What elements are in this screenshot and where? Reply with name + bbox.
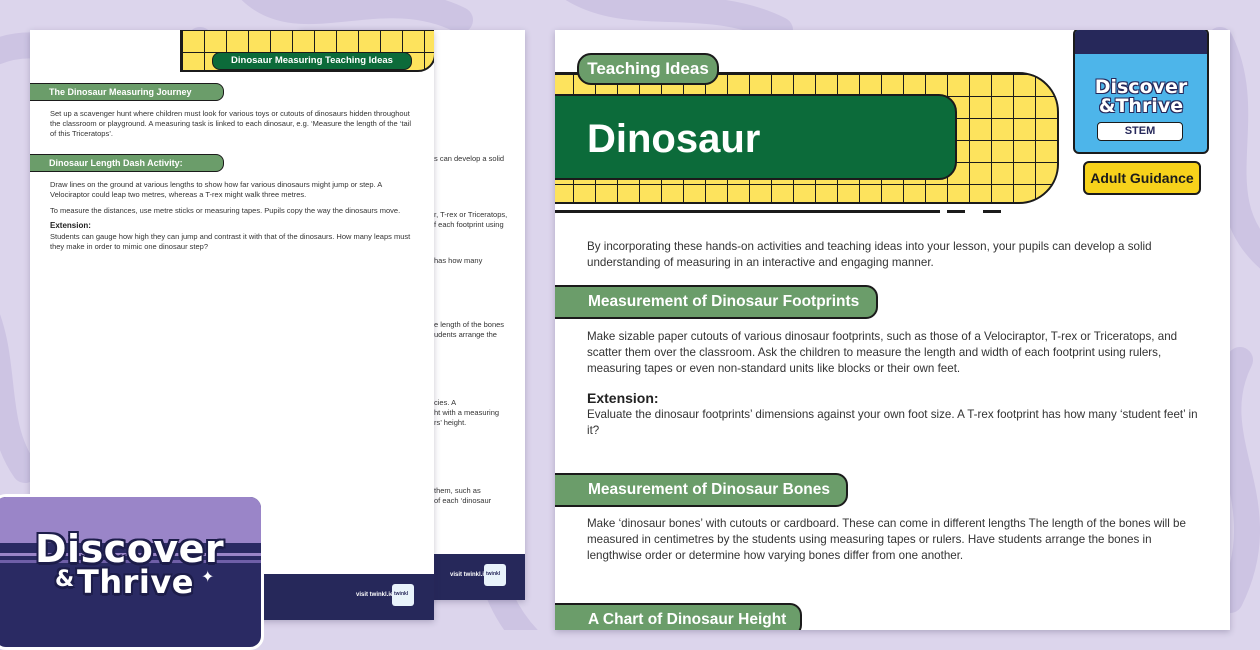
back-extension-label: Extension: (50, 221, 91, 230)
back-section-heading: Dinosaur Length Dash Activity: (30, 154, 224, 172)
back-section-body-line: Set up a scavenger hunt where children m… (50, 109, 410, 118)
footer-link[interactable]: visit twinkl.ie (450, 572, 487, 578)
twinkl-logo: twinkl (392, 584, 414, 606)
twinkl-logo-text: twinkl (486, 571, 501, 577)
footprints-extension-label: Extension: (587, 390, 659, 406)
badge-logo-thrive: Thrive (1115, 95, 1184, 117)
front-category-pill: Teaching Ideas (577, 53, 719, 85)
back2-fragment: rs’ height. (434, 418, 467, 427)
header-dash (947, 210, 965, 213)
back2-fragment: cies. A (434, 398, 457, 407)
back2-fragment: r, T-rex or Triceratops, (434, 210, 508, 219)
badge-stem: STEM (1097, 122, 1183, 141)
footprints-body: Make sizable paper cutouts of various di… (587, 330, 1178, 375)
twinkl-logo-text: twinkl (394, 591, 409, 597)
back2-fragment: of each ‘dinosaur (434, 496, 492, 505)
header-underline (555, 210, 940, 213)
section-heading-height-chart: A Chart of Dinosaur Height (555, 603, 802, 630)
header-dash (983, 210, 1001, 213)
section-heading-bones: Measurement of Dinosaur Bones (555, 473, 848, 507)
footer-link[interactable]: visit twinkl.ie (356, 592, 393, 598)
sparkle-icon: ✦ (201, 569, 215, 586)
back-extension-line: they make in order to mimic one dinosaur… (50, 242, 208, 251)
back2-fragment: s can develop a solid (434, 154, 505, 163)
back2-fragment: has how many (434, 256, 483, 265)
twinkl-logo: twinkl (484, 564, 506, 586)
badge-logo-amp: & (1098, 95, 1116, 117)
intro-paragraph: By incorporating these hands-on activiti… (587, 240, 1152, 269)
brand-card: Discover & Thrive ✦ (0, 494, 264, 650)
back-section-heading: The Dinosaur Measuring Journey (30, 83, 224, 101)
front-adult-guidance: Adult Guidance (1083, 161, 1201, 195)
back-section-body-line: To measure the distances, use metre stic… (50, 206, 401, 215)
badge-logo: Discover &Thrive (1075, 78, 1207, 116)
section-heading-footprints: Measurement of Dinosaur Footprints (555, 285, 878, 319)
back-section-body-line: of this Triceratops’. (50, 129, 113, 138)
back2-fragment: f each footprint using (434, 220, 504, 229)
bones-body: Make ‘dinosaur bones’ with cutouts or ca… (587, 517, 1186, 562)
back2-fragment: udents arrange the (434, 330, 497, 339)
back-section-body-line: the classroom or playground. A measuring… (50, 119, 412, 128)
front-badge: Discover &Thrive STEM (1073, 30, 1209, 154)
back-section-body-line: Velociraptor could leap two metres, wher… (50, 190, 307, 199)
front-page: Teaching Ideas Dinosaur Measuring Discov… (555, 30, 1230, 630)
back2-fragment: e length of the bones (434, 320, 505, 329)
back2-fragment: them, such as (434, 486, 481, 495)
back-header-title: Dinosaur Measuring Teaching Ideas (212, 52, 412, 70)
brand-logo-thrive: Thrive (77, 563, 194, 601)
back-extension-line: Students can gauge how high they can jum… (50, 232, 411, 241)
brand-logo-amp: & (55, 567, 75, 592)
back2-fragment: ht with a measuring (434, 408, 500, 417)
front-title: Dinosaur Measuring (555, 94, 957, 247)
back-section-body-line: Draw lines on the ground at various leng… (50, 180, 383, 189)
footprints-extension: Evaluate the dinosaur footprints’ dimens… (587, 408, 1198, 437)
badge-cap (1075, 30, 1207, 54)
